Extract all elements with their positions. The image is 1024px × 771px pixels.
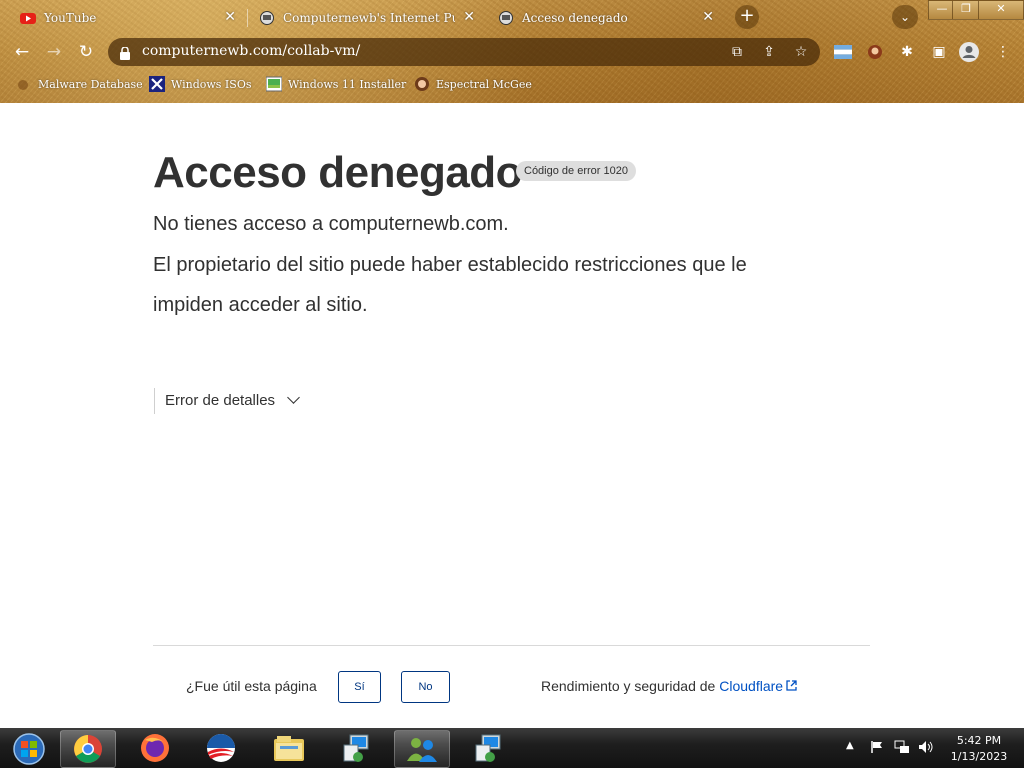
taskbar: ▲ 5:42 PM 1/13/2023: [0, 728, 1024, 768]
access-message: No tienes acceso a computernewb.com.: [153, 213, 509, 235]
clock-date: 1/13/2023: [950, 750, 1008, 763]
back-icon[interactable]: ←: [12, 42, 32, 62]
taskbar-chrome[interactable]: [60, 730, 116, 768]
bookmark-windows-11-installer[interactable]: Windows 11 Installer: [265, 75, 407, 93]
error-code-badge: Código de error 1020: [516, 161, 636, 181]
start-icon: [13, 733, 45, 765]
network-setup-icon: [475, 734, 501, 762]
browser-chrome: YouTube ✕ Computernewb's Internet Pub Hu…: [0, 0, 1024, 103]
show-hidden-icons-button[interactable]: ▲: [846, 740, 854, 751]
translate-icon[interactable]: ⧉: [728, 43, 746, 61]
network-icon[interactable]: [894, 740, 910, 757]
malware-icon: [14, 76, 32, 92]
globe-icon: [498, 10, 514, 26]
cloudflare-label: Cloudflare: [719, 678, 784, 694]
extensions-icon[interactable]: ✱: [896, 41, 918, 63]
bookmark-label: Malware Database: [38, 77, 143, 91]
toolbar: ← → ↻ computernewb.com/collab-vm/ ⧉ ⇪ ☆ …: [0, 36, 1024, 68]
youtube-icon: [20, 10, 36, 26]
bookmark-label: Windows ISOs: [171, 77, 252, 91]
globe-icon: [259, 10, 275, 26]
tab-strip: YouTube ✕ Computernewb's Internet Pub Hu…: [0, 0, 1024, 34]
restriction-message-line2: impiden acceder al sitio.: [153, 294, 368, 316]
close-icon[interactable]: ✕: [702, 9, 714, 25]
feedback-question: ¿Fue útil esta página: [186, 678, 317, 694]
taskbar-network-setup-2[interactable]: [462, 730, 516, 766]
account-icon[interactable]: [958, 41, 980, 63]
bookmark-label: Espectral McGee: [436, 77, 532, 91]
clock[interactable]: 5:42 PM 1/13/2023: [944, 733, 1014, 765]
tab-separator: [247, 9, 248, 27]
close-icon[interactable]: ✕: [463, 9, 475, 25]
tab-title: Computernewb's Internet Pub Hu: [283, 11, 455, 25]
star-icon[interactable]: ☆: [792, 43, 810, 61]
tab-acceso-denegado[interactable]: Acceso denegado ✕: [498, 4, 720, 32]
taskbar-network-setup[interactable]: [330, 730, 384, 766]
page-title: Acceso denegado: [153, 148, 523, 197]
chevron-down-icon: ⌄: [899, 10, 911, 24]
image-icon: [265, 76, 283, 92]
feedback-yes-button[interactable]: Sí: [338, 671, 381, 703]
tab-computernewb[interactable]: Computernewb's Internet Pub Hu ✕: [259, 4, 481, 32]
tab-title: Acceso denegado: [522, 11, 628, 25]
taskbar-messenger[interactable]: [394, 730, 450, 768]
share-icon[interactable]: ⇪: [760, 43, 778, 61]
lock-icon: [120, 45, 130, 60]
reload-icon[interactable]: ↻: [76, 42, 96, 62]
profile-extension-icon[interactable]: [864, 41, 886, 63]
network-setup-icon: [343, 734, 369, 762]
tab-title: YouTube: [44, 11, 97, 25]
bookmark-malware-database[interactable]: Malware Database: [14, 75, 143, 93]
forward-icon[interactable]: →: [44, 42, 64, 62]
url-text[interactable]: computernewb.com/collab-vm/: [142, 43, 360, 59]
maximize-button[interactable]: ❐: [952, 0, 980, 20]
error-details-label: Error de detalles: [165, 392, 276, 409]
bookmarks-bar: Malware Database Windows ISOs Windows 11…: [0, 72, 1024, 96]
x-icon: [149, 76, 165, 92]
performance-footer: Rendimiento y seguridad de Cloudflare: [541, 678, 798, 694]
external-link-icon: [783, 678, 798, 694]
bookmark-windows-isos[interactable]: Windows ISOs: [149, 75, 251, 93]
footer-divider: [153, 645, 870, 646]
performance-text: Rendimiento y seguridad de: [541, 678, 720, 694]
action-center-flag-icon[interactable]: [870, 740, 884, 757]
new-tab-button[interactable]: +: [735, 5, 759, 29]
tab-youtube[interactable]: YouTube ✕: [20, 4, 242, 32]
bookmark-espectral-mcgee[interactable]: Espectral McGee: [414, 75, 532, 93]
feedback-no-button[interactable]: No: [401, 671, 450, 703]
explorer-icon: [274, 736, 304, 761]
address-bar[interactable]: computernewb.com/collab-vm/ ⧉ ⇪ ☆: [108, 38, 820, 66]
side-panel-icon[interactable]: ▣: [928, 41, 950, 63]
close-icon[interactable]: ✕: [224, 9, 236, 25]
chevron-down-icon: [287, 391, 301, 404]
messenger-icon: [407, 738, 437, 762]
tab-search-button[interactable]: ⌄: [892, 5, 918, 29]
menu-icon[interactable]: ⋮: [992, 41, 1014, 63]
close-window-button[interactable]: ✕: [978, 0, 1024, 20]
chrome-icon: [74, 735, 102, 763]
page-content: Acceso denegado Código de error 1020 No …: [0, 103, 1024, 728]
cloudflare-link[interactable]: Cloudflare: [719, 678, 798, 694]
firefox-icon: [141, 734, 169, 762]
bookmark-label: Windows 11 Installer: [288, 77, 407, 91]
taskbar-obama[interactable]: [194, 730, 248, 766]
restriction-message-line1: El propietario del sitio puede haber est…: [153, 254, 747, 276]
start-button[interactable]: [2, 730, 56, 766]
clock-time: 5:42 PM: [956, 734, 1002, 747]
flag-icon[interactable]: [832, 41, 854, 63]
taskbar-firefox[interactable]: [128, 730, 182, 766]
obama-icon: [207, 734, 235, 762]
volume-icon[interactable]: [918, 740, 934, 757]
taskbar-explorer[interactable]: [262, 730, 316, 766]
avatar-icon: [414, 76, 430, 92]
error-details-toggle[interactable]: Error de detalles: [154, 388, 301, 414]
